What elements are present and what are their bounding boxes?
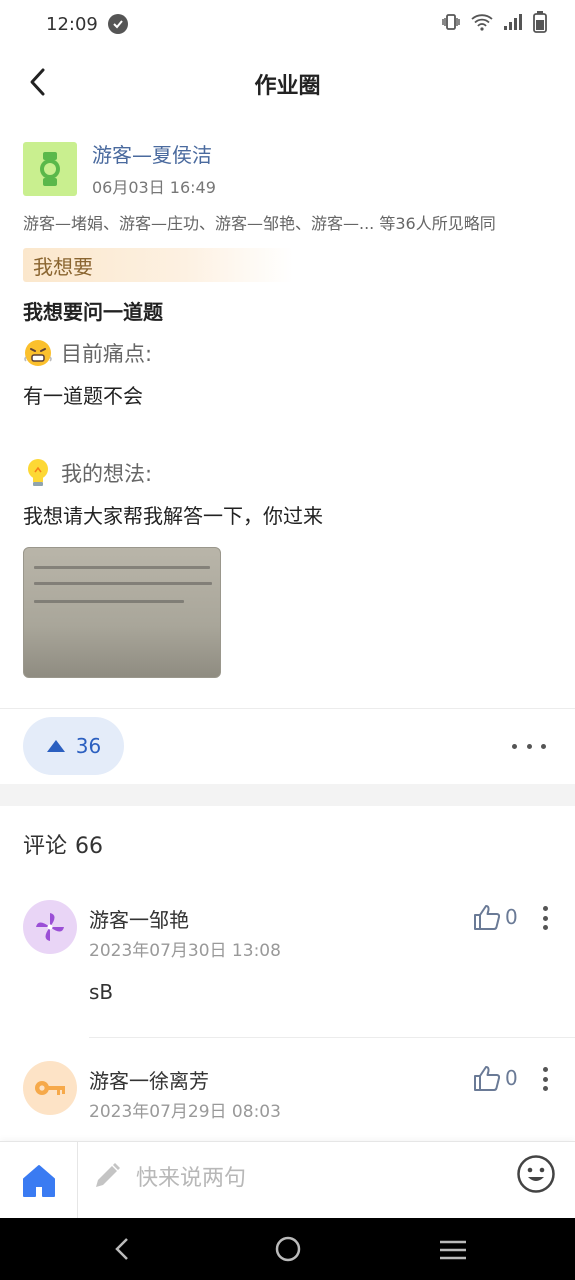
comments-header: 评论 66 xyxy=(23,828,111,860)
back-button[interactable] xyxy=(18,62,58,102)
smiley-icon xyxy=(517,1155,555,1193)
thumbs-up-icon xyxy=(474,1066,501,1091)
comment-input-bar: 快来说两句 xyxy=(0,1141,575,1219)
comment-time: 2023年07月29日 08:03 xyxy=(89,1102,281,1122)
post-more-button[interactable] xyxy=(512,732,546,760)
vibrate-icon xyxy=(441,13,461,35)
comment-item: 游客一邹艳 2023年07月30日 13:08 sB 0 xyxy=(23,900,553,1020)
pinwheel-icon xyxy=(36,913,64,941)
up-triangle-icon xyxy=(46,740,65,752)
menu-lines-icon xyxy=(440,1240,466,1260)
commenter-avatar[interactable] xyxy=(23,900,77,954)
comments-count: 66 xyxy=(75,834,104,859)
comment-time: 2023年07月30日 13:08 xyxy=(89,941,281,961)
light-bulb-icon xyxy=(23,458,53,488)
likers-summary[interactable]: 游客—堵娟、游客—庄功、游客—邹艳、游客—... 等36人所见略同 xyxy=(23,210,553,234)
divider xyxy=(89,1037,575,1038)
comment-input[interactable]: 快来说两句 xyxy=(92,1160,246,1192)
nav-home-button[interactable] xyxy=(274,1235,302,1267)
thumbs-up-icon xyxy=(474,905,501,930)
back-arrow-icon xyxy=(30,68,45,96)
pencil-icon xyxy=(96,1163,120,1187)
idea-heading: 我的想法: xyxy=(23,458,152,488)
system-nav-bar xyxy=(0,1218,575,1280)
nav-recents-button[interactable] xyxy=(438,1238,468,1266)
post-author: 游客—夏侯洁 06月03日 16:49 xyxy=(23,142,216,198)
comment-more-button[interactable] xyxy=(541,906,549,930)
commenter-name[interactable]: 游客一徐离芳 xyxy=(89,1065,209,1094)
home-icon xyxy=(22,1164,55,1197)
author-name[interactable]: 游客—夏侯洁 xyxy=(92,142,216,168)
pain-point-text: 有一道题不会 xyxy=(23,384,143,408)
commenter-avatar[interactable] xyxy=(23,1061,77,1115)
comment-input-placeholder: 快来说两句 xyxy=(136,1166,247,1191)
key-icon xyxy=(35,1081,65,1095)
emoji-button[interactable] xyxy=(516,1154,556,1194)
comment-like-count: 0 xyxy=(505,905,518,929)
comment-like-count: 0 xyxy=(505,1066,518,1090)
check-icon xyxy=(107,14,128,34)
signal-icon xyxy=(503,13,523,35)
app-header: 作业圈 xyxy=(0,48,575,120)
pain-point-heading: 目前痛点: xyxy=(23,338,152,368)
post-tag-label: 我想要 xyxy=(33,254,93,279)
comment-text: sB xyxy=(89,980,114,1004)
nav-home-icon xyxy=(275,1236,301,1262)
divider xyxy=(0,708,575,709)
nav-back-button[interactable] xyxy=(108,1235,136,1267)
comment-like-button[interactable]: 0 xyxy=(473,904,518,930)
status-bar: 12:09 xyxy=(0,0,575,48)
comment-more-button[interactable] xyxy=(541,1067,549,1091)
post-time: 06月03日 16:49 xyxy=(92,178,216,197)
wifi-icon xyxy=(471,13,493,35)
pain-point-label: 目前痛点: xyxy=(61,342,153,366)
comment-like-button[interactable]: 0 xyxy=(473,1065,518,1091)
commenter-name[interactable]: 游客一邹艳 xyxy=(89,904,189,933)
status-time: 12:09 xyxy=(46,13,98,35)
home-button[interactable] xyxy=(0,1142,78,1219)
comment-item: 游客一徐离芳 2023年07月29日 08:03 0 xyxy=(23,1061,553,1141)
idea-label: 我的想法: xyxy=(61,462,153,486)
frustrated-face-icon xyxy=(23,338,53,368)
post-title: 我想要问一道题 xyxy=(23,300,163,324)
author-avatar[interactable] xyxy=(23,142,77,196)
upvote-count: 36 xyxy=(75,734,102,758)
post-image[interactable] xyxy=(23,547,221,678)
nav-back-icon xyxy=(115,1238,128,1260)
battery-icon xyxy=(533,11,547,37)
upvote-button[interactable]: 36 xyxy=(23,717,124,775)
comments-label: 评论 xyxy=(23,834,68,859)
page-title: 作业圈 xyxy=(254,74,321,99)
section-gap xyxy=(0,784,575,806)
watch-icon xyxy=(40,152,60,186)
idea-text: 我想请大家帮我解答一下，你过来 xyxy=(23,504,323,528)
post-tag: 我想要 xyxy=(23,248,293,282)
